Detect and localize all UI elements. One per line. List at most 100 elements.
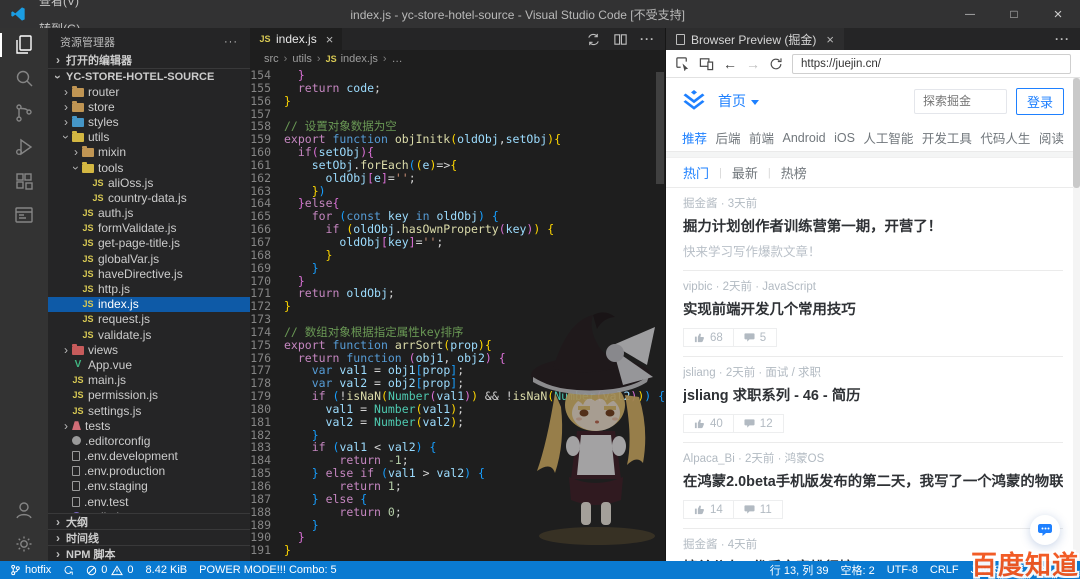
- tree-item-haveDirective.js[interactable]: JS haveDirective.js: [48, 266, 250, 281]
- tree-item-.env.staging[interactable]: .env.staging: [48, 479, 250, 494]
- search-icon[interactable]: [0, 62, 48, 96]
- indentation-item[interactable]: 空格: 2: [841, 562, 875, 578]
- more-actions-icon[interactable]: [640, 32, 655, 46]
- breadcrumb-item[interactable]: …: [392, 53, 403, 65]
- tree-item-request.js[interactable]: JS request.js: [48, 312, 250, 327]
- browser-preview-tab[interactable]: Browser Preview (掘金): [666, 28, 844, 50]
- power-mode-item[interactable]: POWER MODE!!! Combo: 5: [199, 564, 337, 576]
- split-editor-icon[interactable]: [613, 32, 628, 47]
- panel-more-icon[interactable]: [1055, 32, 1070, 46]
- tree-item-get-page-title.js[interactable]: JS get-page-title.js: [48, 236, 250, 251]
- feedback-smiley-icon[interactable]: [1034, 564, 1046, 576]
- menu-V[interactable]: 查看(V): [32, 0, 87, 14]
- open-preview-icon[interactable]: [586, 32, 601, 47]
- comment-button[interactable]: 5: [732, 328, 778, 347]
- inspect-element-icon[interactable]: [675, 56, 690, 71]
- url-input[interactable]: [792, 53, 1071, 74]
- nav-iOS[interactable]: iOS: [834, 131, 855, 145]
- feedback-chat-button[interactable]: [1030, 515, 1060, 545]
- nav-前端[interactable]: 前端: [749, 128, 774, 147]
- article-title[interactable]: 掘力计划创作者训练营第一期，开营了！: [683, 217, 1063, 237]
- device-toolbar-icon[interactable]: [699, 56, 714, 71]
- nav-阅读[interactable]: 阅读: [1039, 128, 1064, 147]
- close-button[interactable]: [1036, 0, 1080, 28]
- section-NPM 脚本[interactable]: NPM 脚本: [48, 545, 250, 561]
- juejin-search-input[interactable]: [914, 88, 1007, 114]
- nav-人工智能[interactable]: 人工智能: [863, 128, 913, 147]
- page-scrollbar[interactable]: [1073, 78, 1080, 561]
- tree-item-.env.production[interactable]: .env.production: [48, 464, 250, 479]
- article-card[interactable]: Alpaca_Bi · 2天前 · 鸿蒙OS 在鸿蒙2.0beta手机版发布的第二…: [683, 443, 1063, 529]
- breadcrumb-item[interactable]: src: [264, 53, 279, 65]
- page-scrollbar-thumb[interactable]: [1073, 78, 1080, 188]
- close-preview-icon[interactable]: [826, 32, 834, 47]
- nav-Android[interactable]: Android: [783, 131, 826, 145]
- explorer-icon[interactable]: [0, 28, 48, 62]
- reload-icon[interactable]: [769, 57, 783, 71]
- nav-开发工具[interactable]: 开发工具: [922, 128, 972, 147]
- tree-item-store[interactable]: store: [48, 99, 250, 114]
- tree-item-styles[interactable]: styles: [48, 114, 250, 129]
- sidebar-more-icon[interactable]: [224, 36, 238, 48]
- close-tab-icon[interactable]: [326, 32, 334, 47]
- maximize-button[interactable]: [992, 0, 1036, 28]
- article-title[interactable]: 实现前端开发几个常用技巧: [683, 300, 1063, 320]
- article-card[interactable]: 掘金酱 · 3天前 掘力计划创作者训练营第一期，开营了！ 快来学习写作爆款文章！: [683, 188, 1063, 271]
- tree-item-country-data.js[interactable]: JS country-data.js: [48, 190, 250, 205]
- breadcrumb-item[interactable]: index.js: [341, 53, 378, 65]
- comment-button[interactable]: 12: [732, 414, 784, 433]
- like-button[interactable]: 68: [683, 328, 734, 347]
- article-title[interactable]: 榜单公布 | 优质文章排行榜(12.09~12.15): [683, 558, 1063, 561]
- git-branch-item[interactable]: hotfix: [10, 564, 51, 576]
- nav-后端[interactable]: 后端: [716, 128, 741, 147]
- tree-item-validate.js[interactable]: JS validate.js: [48, 327, 250, 342]
- tree-item-aliOss.js[interactable]: JS aliOss.js: [48, 175, 250, 190]
- breadcrumb-item[interactable]: utils: [292, 53, 312, 65]
- article-card[interactable]: 掘金酱 · 4天前榜单公布 | 优质文章排行榜(12.09~12.15)快来看看…: [683, 529, 1063, 561]
- tree-item-main.js[interactable]: JS main.js: [48, 373, 250, 388]
- tree-item-index.js[interactable]: JS index.js: [48, 296, 250, 312]
- project-root[interactable]: YC-STORE-HOTEL-SOURCE: [48, 68, 250, 84]
- language-mode-item[interactable]: JavaScript: [971, 564, 1022, 576]
- sync-item[interactable]: [63, 564, 74, 576]
- tree-item-.editorconfig[interactable]: .editorconfig: [48, 433, 250, 448]
- article-card[interactable]: jsliang · 2天前 · 面试 / 求职 jsliang 求职系列 - 46…: [683, 357, 1063, 443]
- feed-tab-热门[interactable]: 热门: [683, 163, 709, 182]
- browser-preview-icon[interactable]: [0, 198, 48, 232]
- tree-item-utils[interactable]: utils: [48, 130, 250, 145]
- article-card[interactable]: vipbic · 2天前 · JavaScript 实现前端开发几个常用技巧 68 5: [683, 271, 1063, 357]
- like-button[interactable]: 40: [683, 414, 734, 433]
- back-icon[interactable]: ←: [723, 57, 737, 71]
- eol-item[interactable]: CRLF: [930, 564, 959, 576]
- home-menu[interactable]: 首页: [718, 91, 759, 111]
- tree-item-tools[interactable]: tools: [48, 160, 250, 175]
- open-editors-section[interactable]: 打开的编辑器: [48, 52, 250, 68]
- tree-item-.env.test[interactable]: .env.test: [48, 494, 250, 509]
- tree-item-views[interactable]: views: [48, 342, 250, 357]
- article-title[interactable]: jsliang 求职系列 - 46 - 简历: [683, 386, 1063, 406]
- nav-代码人生[interactable]: 代码人生: [980, 128, 1030, 147]
- encoding-item[interactable]: UTF-8: [887, 564, 918, 576]
- problems-item[interactable]: 0 0: [86, 564, 134, 576]
- breadcrumb[interactable]: srcutilsJSindex.js…: [250, 50, 665, 68]
- tree-item-permission.js[interactable]: JS permission.js: [48, 388, 250, 403]
- feed-tab-最新[interactable]: 最新: [732, 163, 758, 182]
- cursor-position-item[interactable]: 行 13, 列 39: [770, 562, 829, 578]
- tree-item-App.vue[interactable]: V App.vue: [48, 357, 250, 372]
- juejin-logo[interactable]: [682, 90, 706, 112]
- notifications-bell-icon[interactable]: [1058, 564, 1070, 576]
- settings-gear-icon[interactable]: [0, 527, 48, 561]
- minimize-button[interactable]: [948, 0, 992, 28]
- section-大纲[interactable]: 大纲: [48, 513, 250, 529]
- tree-item-globalVar.js[interactable]: JS globalVar.js: [48, 251, 250, 266]
- tree-item-.env.development[interactable]: .env.development: [48, 449, 250, 464]
- editor-scrollbar[interactable]: [656, 72, 664, 184]
- section-时间线[interactable]: 时间线: [48, 529, 250, 545]
- article-title[interactable]: 在鸿蒙2.0beta手机版发布的第二天，我写了一个鸿蒙的物联网应用手机APP: [683, 472, 1063, 492]
- tree-item-router[interactable]: router: [48, 84, 250, 99]
- forward-icon[interactable]: →: [746, 57, 760, 71]
- code-editor[interactable]: 154 } 155 return code; 156} 157 158// 设置对象数据…: [250, 68, 665, 561]
- run-debug-icon[interactable]: [0, 130, 48, 164]
- tree-item-tests[interactable]: tests: [48, 418, 250, 433]
- extensions-icon[interactable]: [0, 164, 48, 198]
